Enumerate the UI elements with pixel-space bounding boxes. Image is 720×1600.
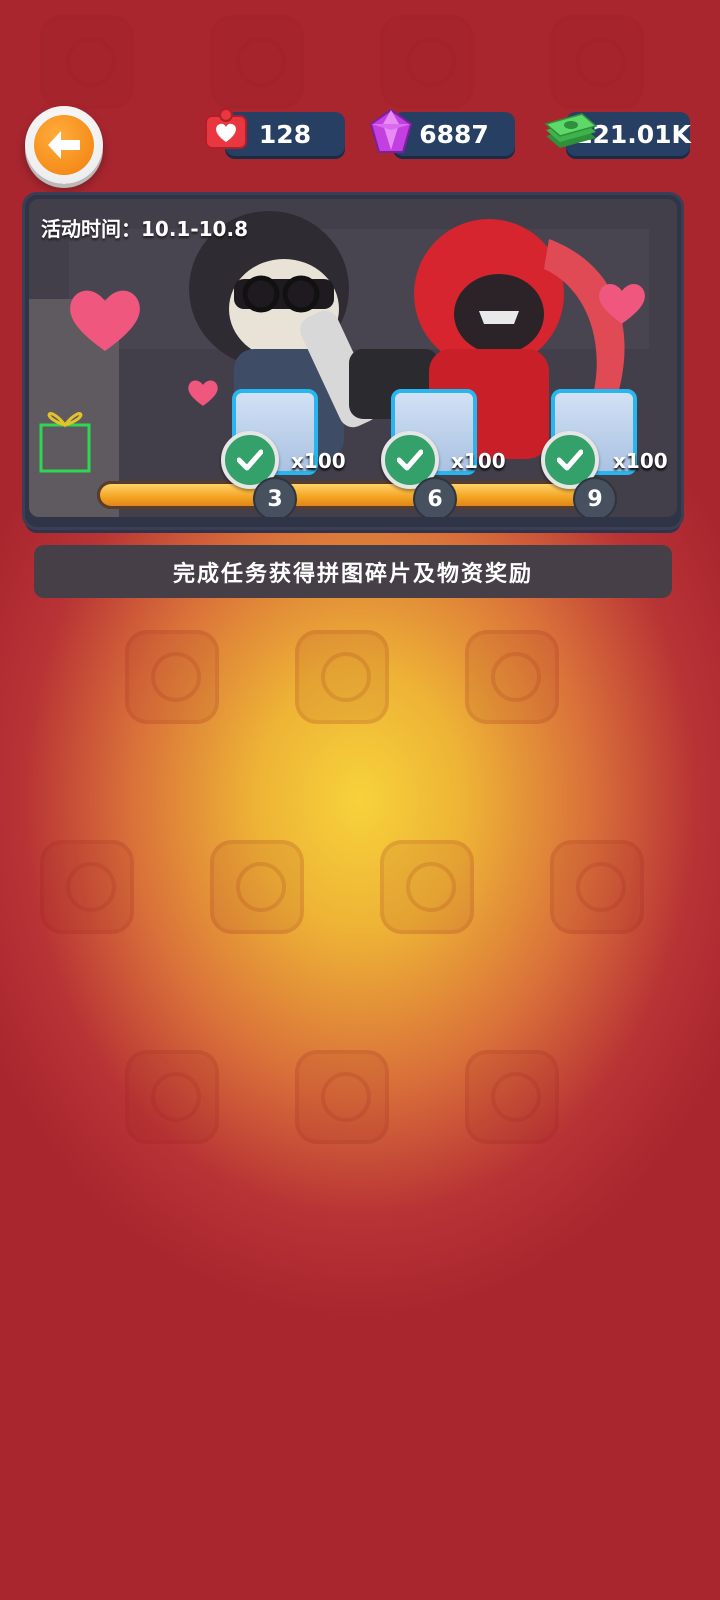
event-banner: 活动时间：10.1-10.8 x100 3 x100 6 x100 9: [25, 195, 681, 527]
back-arrow-icon: [34, 115, 94, 175]
puzzle-heart-icon: [200, 106, 252, 158]
gem-icon: [365, 106, 417, 158]
reward-quantity: x100: [451, 449, 506, 473]
back-button[interactable]: [25, 106, 103, 184]
event-description: 完成任务获得拼图碎片及物资奖励: [34, 545, 672, 598]
cash-stack-icon: [542, 106, 598, 158]
event-description-text: 完成任务获得拼图碎片及物资奖励: [172, 561, 533, 587]
event-time-label: 活动时间：10.1-10.8: [41, 217, 248, 241]
milestone-marker: 6: [413, 477, 457, 517]
milestone-marker: 9: [573, 477, 617, 517]
heart-icon: [188, 380, 218, 406]
heart-icon: [599, 284, 645, 324]
reward-quantity: x100: [291, 449, 346, 473]
event-progress-fill: [100, 484, 614, 506]
milestone-marker: 3: [253, 477, 297, 517]
reward-quantity: x100: [613, 449, 668, 473]
event-artwork: 活动时间：10.1-10.8 x100 3 x100 6 x100 9: [29, 199, 677, 517]
heart-icon: [70, 290, 140, 351]
puzzle-counter-value: 128: [258, 119, 312, 149]
gem-counter-value: 6887: [419, 119, 489, 149]
event-progress-bar: [97, 481, 617, 509]
